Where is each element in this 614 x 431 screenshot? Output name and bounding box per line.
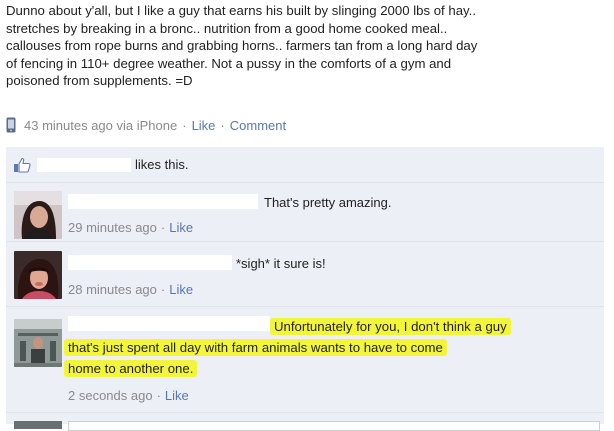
comment-text: That's pretty amazing.: [264, 195, 392, 210]
post-line: of fencing in 110+ degree weather. Not a…: [6, 55, 452, 71]
separator-dot: ·: [156, 388, 161, 403]
comment-like-link[interactable]: Like: [165, 388, 189, 403]
separator-dot: ·: [220, 117, 225, 133]
comment-text: *sigh* it sure is!: [236, 256, 326, 271]
separator-dot: ·: [182, 117, 187, 133]
separator-dot: ·: [160, 282, 166, 297]
avatar[interactable]: [14, 251, 62, 299]
likes-text: likes this.: [135, 157, 189, 172]
comment-text-line: that's just spent all day with farm anim…: [64, 339, 447, 356]
redacted-liker-names: [37, 157, 131, 172]
comment-meta: 28 minutes ago · Like: [68, 282, 193, 297]
highlighted-comment-text: Unfortunately for you, I don't think a g…: [64, 316, 568, 379]
comment-item: Unfortunately for you, I don't think a g…: [6, 307, 604, 413]
redacted-commenter-name: [68, 255, 232, 270]
separator-dot: ·: [160, 220, 166, 235]
comment-item: *sigh* it sure is! 28 minutes ago · Like: [6, 242, 604, 307]
redacted-commenter-name: [68, 194, 258, 209]
avatar-photo: [14, 319, 62, 367]
feedback-section: likes this. That's pretty amazing. 29 mi…: [6, 147, 604, 431]
post-meta: 43 minutes ago via iPhone · Like · Comme…: [6, 116, 286, 134]
comment-meta: 2 seconds ago · Like: [68, 388, 189, 403]
post-comment-link[interactable]: Comment: [230, 118, 286, 133]
comment-timestamp[interactable]: 29 minutes ago: [68, 220, 157, 235]
avatar-photo: [14, 191, 62, 239]
post-like-link[interactable]: Like: [192, 118, 216, 133]
post-line: poisoned from supplements. =D: [6, 73, 193, 89]
mobile-phone-icon: [6, 117, 16, 133]
current-user-avatar: [14, 421, 62, 429]
write-comment-input[interactable]: [68, 421, 600, 431]
post-message: Dunno about y'all, but I like a guy that…: [6, 2, 606, 90]
post-line: stretches by breaking in a bronc.. nutri…: [6, 20, 448, 36]
comment-like-link[interactable]: Like: [169, 220, 193, 235]
likes-row: likes this.: [6, 147, 604, 183]
comment-timestamp[interactable]: 2 seconds ago: [68, 388, 153, 403]
comment-meta: 29 minutes ago · Like: [68, 220, 193, 235]
comment-item: That's pretty amazing. 29 minutes ago · Li…: [6, 183, 604, 242]
avatar[interactable]: [14, 319, 62, 367]
thumbs-up-icon: [14, 157, 31, 173]
post-line: callouses from rope burns and grabbing h…: [6, 38, 478, 54]
comment-like-link[interactable]: Like: [169, 282, 193, 297]
comment-text-line: home to another one.: [64, 360, 198, 377]
post-timestamp[interactable]: 43 minutes ago via iPhone: [24, 118, 177, 133]
comment-timestamp[interactable]: 28 minutes ago: [68, 282, 157, 297]
avatar[interactable]: [14, 191, 62, 239]
post-line: Dunno about y'all, but I like a guy that…: [6, 3, 476, 18]
avatar-photo: [14, 251, 62, 299]
comment-text-line: Unfortunately for you, I don't think a g…: [270, 318, 511, 335]
